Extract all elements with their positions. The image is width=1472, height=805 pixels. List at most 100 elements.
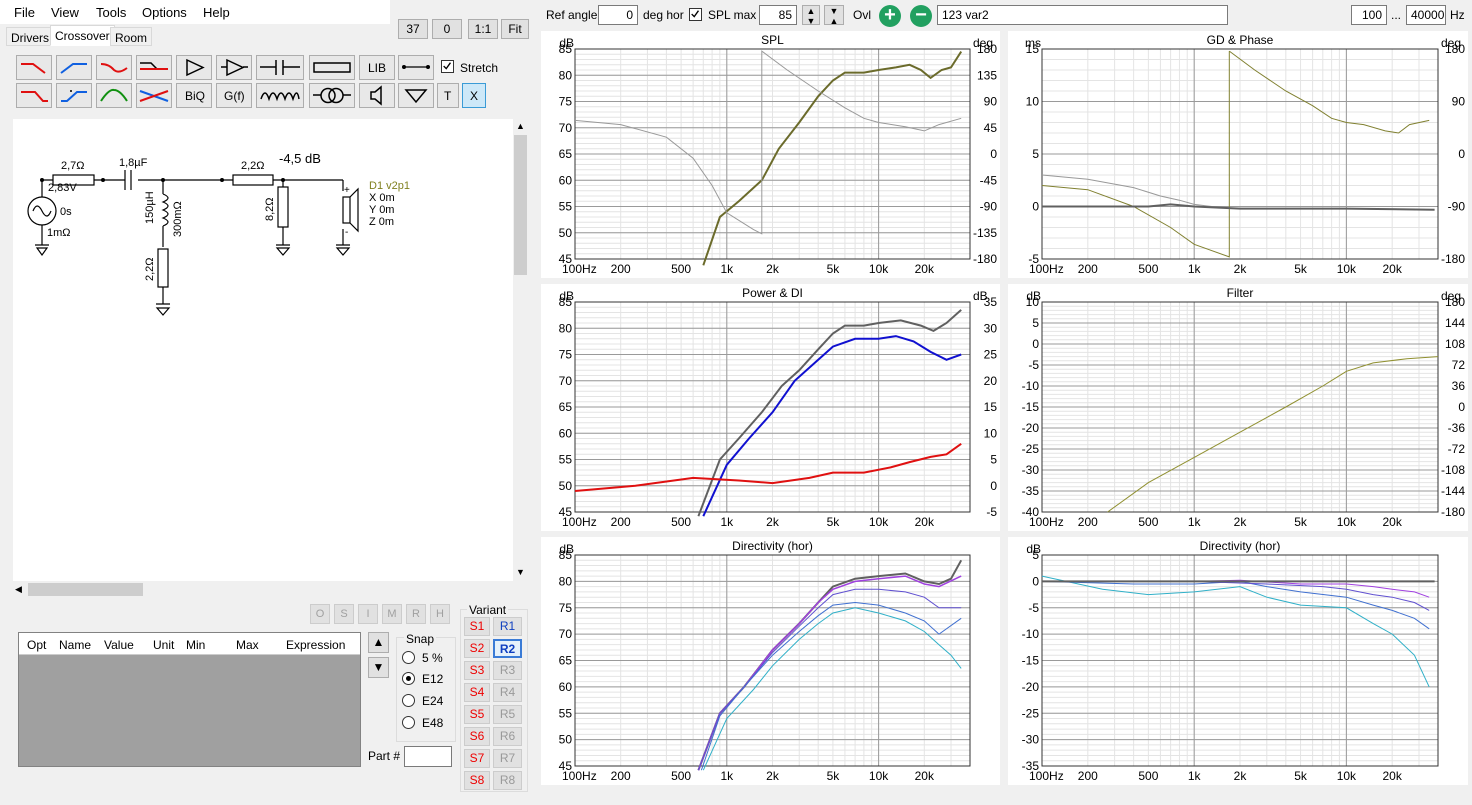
schematic-canvas[interactable]: 2,7Ω 1,8µF 2,2Ω -4,5 dB 2,83V 0s 1mΩ 150… (13, 119, 513, 581)
button-37[interactable]: 37 (398, 19, 428, 39)
bandstop-red-button[interactable] (96, 55, 132, 80)
col-unit[interactable]: Unit (153, 638, 174, 652)
text-button[interactable]: T (437, 83, 459, 108)
col-expression[interactable]: Expression (286, 638, 345, 652)
col-min[interactable]: Min (186, 638, 205, 652)
transfer-function-button[interactable]: G(f) (216, 83, 252, 108)
variant-s1-button[interactable]: S1 (464, 617, 490, 636)
power-di-chart[interactable]: Power & DI dB dB 85 80 75 70 65 60 55 50 45 35 30 25 20… (541, 284, 1000, 531)
opt-r-button[interactable]: R (406, 604, 426, 624)
ref-angle-input[interactable]: 0 (598, 5, 638, 25)
tab-drivers[interactable]: Drivers (6, 27, 54, 46)
ground-button[interactable] (398, 83, 434, 108)
variant-r6-button[interactable]: R6 (493, 727, 522, 746)
opt-i-button[interactable]: I (358, 604, 378, 624)
fit-button[interactable]: Fit (501, 19, 529, 39)
biquad-button[interactable]: BiQ (176, 83, 212, 108)
schematic-vertical-scrollbar[interactable]: ▲ ▼ (513, 119, 528, 581)
schematic-horizontal-scrollbar[interactable]: ◀ (13, 581, 513, 598)
chart-title: SPL (761, 33, 784, 47)
crossover-pair-button[interactable] (136, 83, 172, 108)
tab-crossover[interactable]: Crossover (50, 25, 115, 46)
button-1-1[interactable]: 1:1 (468, 19, 498, 39)
scroll-up-icon[interactable]: ▲ (516, 121, 525, 131)
snap-e12-radio[interactable] (402, 672, 415, 685)
move-down-button[interactable]: ▼ (368, 657, 389, 678)
opt-h-button[interactable]: H (430, 604, 450, 624)
capacitor-button[interactable] (256, 55, 304, 80)
snap-5-radio[interactable] (402, 651, 415, 664)
inductor-button[interactable] (256, 83, 304, 108)
overlay-name-input[interactable]: 123 var2 (937, 5, 1228, 25)
variant-r4-button[interactable]: R4 (493, 683, 522, 702)
button-0[interactable]: 0 (432, 19, 462, 39)
variant-s8-button[interactable]: S8 (464, 771, 490, 790)
variant-s3-button[interactable]: S3 (464, 661, 490, 680)
col-opt[interactable]: Opt (27, 638, 46, 652)
spl-fit-button[interactable]: ▼ ▲ (824, 5, 844, 26)
lowpass-red-2-button[interactable] (16, 83, 52, 108)
variant-r8-button[interactable]: R8 (493, 771, 522, 790)
move-up-button[interactable]: ▲ (368, 632, 389, 653)
variant-s2-button[interactable]: S2 (464, 639, 490, 658)
lowpass-red-button[interactable] (16, 55, 52, 80)
variant-s5-button[interactable]: S5 (464, 705, 490, 724)
opt-m-button[interactable]: M (382, 604, 402, 624)
variant-r3-button[interactable]: R3 (493, 661, 522, 680)
highpass-blue-2-button[interactable] (56, 83, 92, 108)
highpass-blue-button[interactable] (56, 55, 92, 80)
tab-room[interactable]: Room (110, 27, 153, 46)
amplifier-button[interactable] (176, 55, 212, 80)
directivity-chart[interactable]: Directivity (hor) dB 85 80 75 70 65 60 55 50 45 100… (541, 537, 1000, 785)
spl-chart[interactable]: SPL dB deg 85 80 75 70 65 60 55 50 45 180 135 90 45 0 -45… (541, 31, 1000, 278)
variant-s6-button[interactable]: S6 (464, 727, 490, 746)
snap-e24-radio[interactable] (402, 694, 415, 707)
remove-overlay-icon[interactable]: − (910, 5, 932, 27)
y-right-tick: -144 (1441, 484, 1465, 498)
y-right-tick: -180 (1441, 505, 1465, 519)
variant-r7-button[interactable]: R7 (493, 749, 522, 768)
gd-phase-chart[interactable]: GD & Phase ms deg 15 10 5 0 -5 180 90 0 -90 -180 100H… (1008, 31, 1468, 278)
part-number-input[interactable] (404, 746, 452, 767)
spl-spinner[interactable]: ▲ ▼ (802, 5, 820, 26)
opamp-button[interactable] (216, 55, 252, 80)
freq-max-input[interactable]: 40000 (1406, 5, 1446, 25)
variant-s7-button[interactable]: S7 (464, 749, 490, 768)
wire-button[interactable] (398, 55, 434, 80)
filter-chart[interactable]: Filter dB deg 10 5 0 -5 -10 -15 -20 -25 -30 -35 -40 18… (1008, 284, 1468, 531)
col-value[interactable]: Value (104, 638, 134, 652)
y-right-tick: 180 (977, 42, 997, 56)
scroll-down-icon[interactable]: ▼ (516, 567, 525, 577)
spl-max-checkbox[interactable] (689, 8, 702, 21)
variant-r1-button[interactable]: R1 (493, 617, 522, 636)
transformer-button[interactable] (309, 83, 355, 108)
parameter-table[interactable]: Opt Name Value Unit Min Max Expression (18, 632, 361, 767)
spl-max-input[interactable]: 85 (759, 5, 797, 25)
resistor-button[interactable] (309, 55, 355, 80)
col-max[interactable]: Max (236, 638, 259, 652)
speaker-button[interactable] (359, 83, 395, 108)
scroll-left-icon[interactable]: ◀ (15, 584, 22, 595)
opt-s-button[interactable]: S (334, 604, 354, 624)
delete-x-button[interactable]: X (462, 83, 486, 108)
shelf-button[interactable] (136, 55, 172, 80)
variant-r2-button[interactable]: R2 (493, 639, 522, 658)
snap-e48-radio[interactable] (402, 716, 415, 729)
menu-help[interactable]: Help (203, 5, 230, 20)
menu-file[interactable]: File (14, 5, 35, 20)
scroll-thumb[interactable] (514, 135, 527, 275)
variant-s4-button[interactable]: S4 (464, 683, 490, 702)
variant-r5-button[interactable]: R5 (493, 705, 522, 724)
stretch-checkbox[interactable] (441, 60, 454, 73)
menu-tools[interactable]: Tools (96, 5, 126, 20)
menu-options[interactable]: Options (142, 5, 187, 20)
hscroll-thumb[interactable] (28, 583, 143, 596)
library-button[interactable]: LIB (359, 55, 395, 80)
freq-min-input[interactable]: 100 (1351, 5, 1387, 25)
add-overlay-icon[interactable]: + (879, 5, 901, 27)
directivity-normalized-chart[interactable]: Directivity (hor) dB 5 0 -5 -10 -15 -20 -25 -30 -3… (1008, 537, 1468, 785)
col-name[interactable]: Name (59, 638, 91, 652)
menu-view[interactable]: View (51, 5, 79, 20)
bandpass-green-button[interactable] (96, 83, 132, 108)
opt-o-button[interactable]: O (310, 604, 330, 624)
